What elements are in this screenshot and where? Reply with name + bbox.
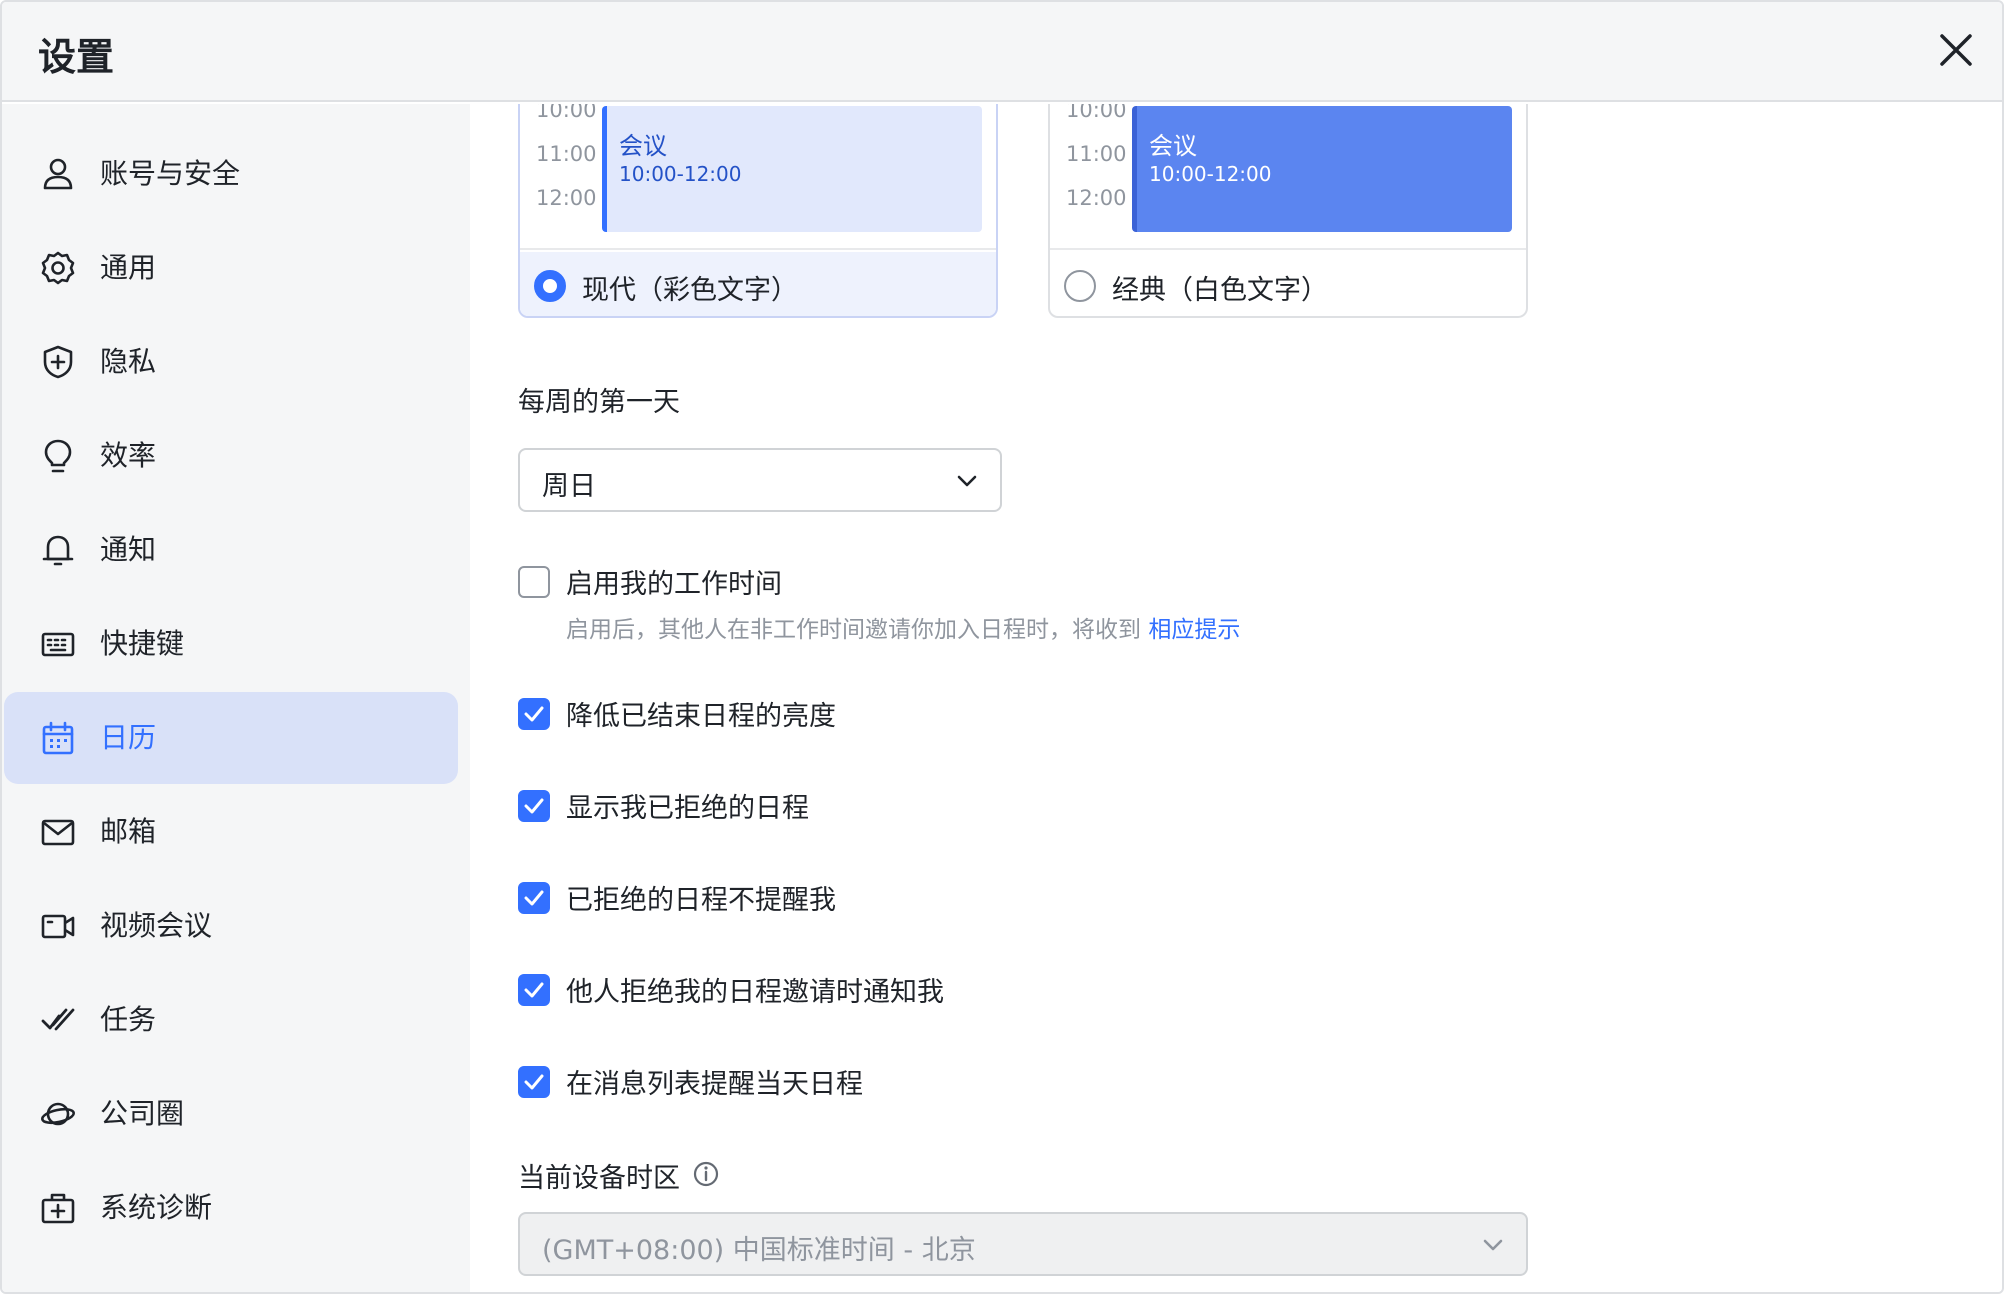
calendar-icon — [42, 721, 74, 755]
time-label: 10:00 — [1066, 104, 1127, 122]
sidebar-item-privacy[interactable]: 隐私 — [4, 316, 458, 408]
sidebar-item-shortcuts[interactable]: 快捷键 — [4, 598, 458, 690]
week-start-label: 每周的第一天 — [518, 387, 680, 418]
settings-header: 设置 — [2, 2, 2002, 102]
time-label: 11:00 — [536, 142, 597, 166]
chevron-down-icon — [1483, 1239, 1503, 1251]
theme-choice[interactable]: 经典（白色文字） — [1050, 252, 1526, 316]
calendar-settings-panel: 10:00 11:00 12:00 会议 10:00-12:00 现代（彩色文字… — [470, 104, 2002, 1292]
work-time-checkbox[interactable] — [518, 566, 550, 598]
info-icon[interactable] — [692, 1160, 720, 1188]
sidebar-item-label: 公司圈 — [100, 1097, 185, 1130]
week-start-select[interactable]: 周日 — [518, 448, 1002, 512]
option-label: 已拒绝的日程不提醒我 — [566, 885, 836, 916]
theme-card-classic[interactable]: 10:00 11:00 12:00 会议 10:00-12:00 经典（白色文字… — [1048, 104, 1528, 318]
work-time-helper: 启用后，其他人在非工作时间邀请你加入日程时，将收到 相应提示 — [566, 610, 1240, 644]
event-block: 会议 10:00-12:00 — [1132, 106, 1512, 232]
settings-window: 设置 账号与安全 通用 隐私 效率 通知 快捷键 日历 邮箱 视频会议 任务 公… — [0, 0, 2004, 1294]
select-value: 周日 — [542, 471, 596, 502]
sidebar-item-label: 效率 — [100, 439, 157, 472]
medkit-icon — [41, 1193, 75, 1224]
select-value: (GMT+08:00) 中国标准时间 - 北京 — [542, 1235, 976, 1266]
sidebar-item-label: 隐私 — [100, 345, 157, 378]
planet-icon — [40, 1102, 76, 1126]
sidebar-item-efficiency[interactable]: 效率 — [4, 410, 458, 502]
sidebar-item-label: 账号与安全 — [100, 157, 241, 190]
sidebar-item-diagnostics[interactable]: 系统诊断 — [4, 1162, 458, 1254]
mail-icon — [41, 819, 75, 846]
sidebar-item-mail[interactable]: 邮箱 — [4, 786, 458, 878]
sidebar-item-account-security[interactable]: 账号与安全 — [4, 128, 458, 220]
sidebar-item-general[interactable]: 通用 — [4, 222, 458, 314]
lightbulb-icon — [44, 439, 72, 473]
video-icon — [41, 914, 75, 939]
event-block: 会议 10:00-12:00 — [602, 106, 982, 232]
sidebar-item-label: 系统诊断 — [100, 1191, 213, 1224]
work-time-label: 启用我的工作时间 — [566, 569, 782, 600]
time-label: 12:00 — [536, 186, 597, 210]
option-label: 显示我已拒绝的日程 — [566, 793, 809, 824]
keyboard-icon — [41, 632, 75, 657]
option-label: 在消息列表提醒当天日程 — [566, 1069, 863, 1100]
page-title: 设置 — [38, 35, 115, 79]
helper-text: 启用后，其他人在非工作时间邀请你加入日程时，将收到 — [566, 617, 1141, 643]
sidebar-item-label: 快捷键 — [100, 627, 185, 660]
theme-option-label: 现代（彩色文字） — [582, 275, 798, 306]
chevron-down-icon — [957, 475, 977, 487]
time-label: 11:00 — [1066, 142, 1127, 166]
remind-today-in-messages-checkbox[interactable] — [518, 1066, 550, 1098]
sidebar-item-notifications[interactable]: 通知 — [4, 504, 458, 596]
sidebar-item-label: 通用 — [100, 251, 157, 284]
timezone-label: 当前设备时区 — [518, 1163, 680, 1194]
event-title: 会议 — [1149, 132, 1197, 160]
user-icon — [43, 158, 73, 190]
timezone-select: (GMT+08:00) 中国标准时间 - 北京 — [518, 1212, 1528, 1276]
notify-declined-invite-checkbox[interactable] — [518, 974, 550, 1006]
theme-card-modern[interactable]: 10:00 11:00 12:00 会议 10:00-12:00 现代（彩色文字… — [518, 104, 998, 318]
task-check-icon — [41, 1008, 75, 1031]
check-icon — [524, 706, 544, 722]
radio-classic[interactable] — [1064, 270, 1096, 302]
sidebar-item-label: 邮箱 — [100, 815, 157, 848]
theme-option-label: 经典（白色文字） — [1112, 275, 1328, 306]
time-label: 10:00 — [536, 104, 597, 122]
bell-icon — [42, 535, 74, 566]
option-label: 他人拒绝我的日程邀请时通知我 — [566, 977, 944, 1008]
check-icon — [524, 890, 544, 906]
sidebar-item-tasks[interactable]: 任务 — [4, 974, 458, 1066]
sidebar-item-calendar[interactable]: 日历 — [4, 692, 458, 784]
radio-modern[interactable] — [534, 270, 566, 302]
event-time: 10:00-12:00 — [1149, 162, 1272, 186]
dim-past-events-checkbox[interactable] — [518, 698, 550, 730]
option-label: 降低已结束日程的亮度 — [566, 701, 836, 732]
show-declined-events-checkbox[interactable] — [518, 790, 550, 822]
sidebar-item-label: 日历 — [100, 721, 157, 754]
sidebar-item-label: 任务 — [100, 1003, 157, 1036]
sidebar-item-label: 视频会议 — [100, 909, 213, 942]
sidebar-item-video-meeting[interactable]: 视频会议 — [4, 880, 458, 972]
sidebar-item-label: 通知 — [100, 533, 157, 566]
check-icon — [524, 982, 544, 998]
helper-link[interactable]: 相应提示 — [1148, 617, 1240, 643]
theme-preview: 10:00 11:00 12:00 会议 10:00-12:00 — [1050, 104, 1526, 250]
event-title: 会议 — [619, 132, 667, 160]
gear-icon — [41, 251, 75, 285]
sidebar: 账号与安全 通用 隐私 效率 通知 快捷键 日历 邮箱 视频会议 任务 公司圈 … — [2, 104, 470, 1292]
close-button[interactable] — [1932, 26, 1980, 74]
check-icon — [524, 1074, 544, 1090]
time-label: 12:00 — [1066, 186, 1127, 210]
shield-plus-icon — [43, 345, 73, 379]
sidebar-item-company-circle[interactable]: 公司圈 — [4, 1068, 458, 1160]
no-remind-declined-checkbox[interactable] — [518, 882, 550, 914]
theme-preview: 10:00 11:00 12:00 会议 10:00-12:00 — [520, 104, 996, 250]
check-icon — [524, 798, 544, 814]
event-time: 10:00-12:00 — [619, 162, 742, 186]
close-icon — [1940, 34, 1972, 66]
theme-choice[interactable]: 现代（彩色文字） — [520, 252, 996, 316]
